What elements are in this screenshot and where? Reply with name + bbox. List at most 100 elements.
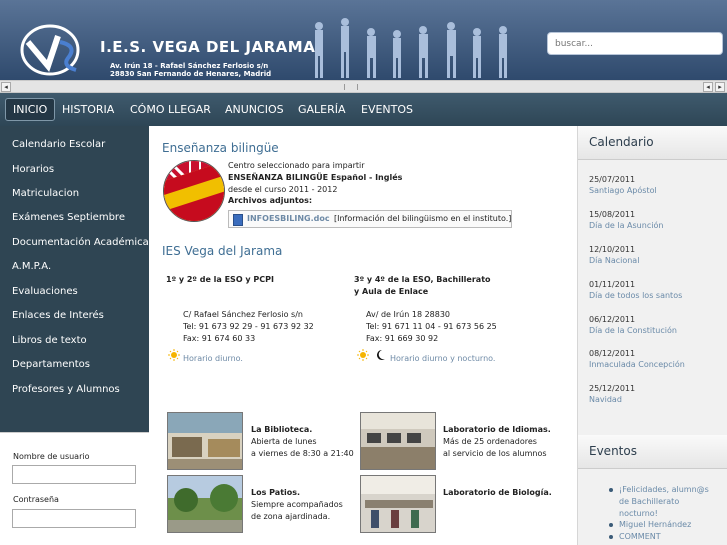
menu-item-profesores[interactable]: Profesores y Alumnos	[0, 378, 149, 402]
campus-1-schedule[interactable]: Horario diurno.	[183, 354, 243, 363]
evento-line[interactable]: nocturno!	[619, 509, 658, 518]
facility-1-line-1: Abierta de lunes	[251, 437, 317, 446]
eventos-title: Eventos	[578, 435, 727, 469]
menu-item-enlaces[interactable]: Enlaces de Interés	[0, 304, 149, 328]
campus-1-fax: Fax: 91 674 60 33	[183, 334, 256, 343]
facility-2-line-1: Más de 25 ordenadores	[443, 437, 537, 446]
main-content: Enseñanza bilingüe Centro seleccionado p…	[149, 126, 577, 545]
library-photo[interactable]	[167, 412, 243, 470]
event-date: 12/10/2011	[589, 245, 636, 254]
event-date: 25/12/2011	[589, 384, 636, 393]
event-name[interactable]: Día de la Constitución	[589, 326, 677, 335]
campus-1-tel: Tel: 91 673 92 29 - 91 673 92 32	[183, 322, 314, 331]
top-nav: INICIO HISTORIA CÓMO LLEGAR ANUNCIOS GAL…	[0, 93, 727, 126]
attachment-row[interactable]: INFOESBILING.doc [Información del biling…	[228, 210, 512, 228]
event-name[interactable]: Día Nacional	[589, 256, 639, 265]
facility-2-line-2: al servicio de los alumnos	[443, 449, 547, 458]
address-line-2: 28830 San Fernando de Henares, Madrid	[110, 70, 272, 78]
event-name[interactable]: Día de la Asunción	[589, 221, 663, 230]
nav-eventos[interactable]: EVENTOS	[354, 98, 420, 121]
menu-item-ampa[interactable]: A.M.P.A.	[0, 255, 149, 279]
login-form: Nombre de usuario Contraseña	[0, 432, 149, 545]
facility-1-title: La Biblioteca.	[251, 425, 313, 434]
event-name[interactable]: Santiago Apóstol	[589, 186, 657, 195]
school-heading[interactable]: IES Vega del Jarama	[162, 244, 282, 258]
search-input[interactable]	[547, 32, 723, 55]
menu-item-matriculacion[interactable]: Matriculacion	[0, 182, 149, 206]
scroll-left-icon[interactable]: ◂	[1, 82, 11, 92]
menu-item-evaluaciones[interactable]: Evaluaciones	[0, 280, 149, 304]
evento-line[interactable]: COMMENT	[619, 532, 661, 541]
site-header: I.E.S. VEGA DEL JARAMA Av. Irún 18 - Raf…	[0, 0, 727, 80]
evento-line[interactable]: ¡Felicidades, alumn@s	[619, 485, 709, 494]
scroll-left-end-icon[interactable]: ◂	[703, 82, 713, 92]
nav-historia[interactable]: HISTORIA	[55, 98, 121, 121]
attachment-link[interactable]: INFOESBILING.doc	[247, 214, 330, 223]
bilingual-line-2: ENSEÑANZA BILINGÜE Español - Inglés	[228, 173, 403, 182]
event-name[interactable]: Navidad	[589, 395, 622, 404]
word-doc-icon	[233, 214, 243, 226]
sun-icon	[357, 349, 369, 361]
event-date: 25/07/2011	[589, 175, 636, 184]
campus-2-fax: Fax: 91 669 30 92	[366, 334, 439, 343]
event-date: 15/08/2011	[589, 210, 636, 219]
bullet-icon	[609, 523, 613, 527]
campus-2-address: Av/ de Irún 18 28830	[366, 310, 451, 319]
campus-2-title-2: y Aula de Enlace	[354, 287, 429, 296]
username-label: Nombre de usuario	[13, 452, 90, 461]
nav-como-llegar[interactable]: CÓMO LLEGAR	[123, 98, 218, 121]
facility-2-title: Laboratorio de Idiomas.	[443, 425, 551, 434]
sun-icon	[168, 349, 180, 361]
campus-1-address: C/ Rafael Sánchez Ferlosio s/n	[183, 310, 303, 319]
password-label: Contraseña	[13, 495, 59, 504]
biology-lab-photo[interactable]	[360, 475, 436, 533]
uk-spain-flag	[163, 160, 225, 222]
bullet-icon	[609, 488, 613, 492]
event-name[interactable]: Día de todos los santos	[589, 291, 682, 300]
school-logo[interactable]	[18, 22, 84, 78]
evento-line[interactable]: de Bachillerato	[619, 497, 679, 506]
scroll-grip[interactable]	[344, 84, 358, 90]
menu-item-libros[interactable]: Libros de texto	[0, 329, 149, 353]
event-date: 06/12/2011	[589, 315, 636, 324]
menu-item-documentacion[interactable]: Documentación Académica	[0, 231, 149, 255]
students-silhouettes	[315, 18, 507, 78]
bilingual-line-3: desde el curso 2011 - 2012	[228, 185, 338, 194]
side-menu: Calendario Escolar Horarios Matriculacio…	[0, 126, 149, 432]
username-field[interactable]	[12, 465, 136, 484]
patios-photo[interactable]	[167, 475, 243, 533]
campus-2-schedule[interactable]: Horario diurno y nocturno.	[390, 354, 495, 363]
menu-item-horarios[interactable]: Horarios	[0, 158, 149, 182]
event-date: 08/12/2011	[589, 349, 636, 358]
left-sidebar: Calendario Escolar Horarios Matriculacio…	[0, 126, 149, 545]
facility-3-line-1: Siempre acompañados	[251, 500, 343, 509]
facility-4-title: Laboratorio de Biología.	[443, 488, 552, 497]
bilingual-line-1: Centro seleccionado para impartir	[228, 161, 365, 170]
menu-item-examenes[interactable]: Exámenes Septiembre	[0, 206, 149, 230]
calendar-title: Calendario	[578, 126, 727, 160]
menu-item-calendario[interactable]: Calendario Escolar	[0, 133, 149, 157]
site-title[interactable]: I.E.S. VEGA DEL JARAMA	[100, 38, 315, 56]
page: I.E.S. VEGA DEL JARAMA Av. Irún 18 - Raf…	[0, 0, 727, 545]
address-line-1: Av. Irún 18 - Rafael Sánchez Ferlosio s/…	[110, 62, 269, 70]
event-date: 01/11/2011	[589, 280, 636, 289]
scroll-right-icon[interactable]: ▸	[715, 82, 725, 92]
right-sidebar: Calendario 25/07/2011 Santiago Apóstol 1…	[577, 126, 727, 545]
password-field[interactable]	[12, 509, 136, 528]
event-name[interactable]: Inmaculada Concepción	[589, 360, 685, 369]
evento-line[interactable]: Miguel Hernández	[619, 520, 691, 529]
bilingual-heading[interactable]: Enseñanza bilingüe	[162, 141, 279, 155]
nav-galeria[interactable]: GALERÍA	[291, 98, 353, 121]
horizontal-scrollbar[interactable]: ◂ ◂ ▸	[0, 80, 727, 93]
facility-3-line-2: de zona ajardinada.	[251, 512, 331, 521]
language-lab-photo[interactable]	[360, 412, 436, 470]
menu-item-departamentos[interactable]: Departamentos	[0, 353, 149, 377]
nav-inicio[interactable]: INICIO	[5, 98, 56, 121]
campus-1-title: 1º y 2º de la ESO y PCPI	[166, 275, 274, 284]
campus-2-tel: Tel: 91 671 11 04 - 91 673 56 25	[366, 322, 497, 331]
bullet-icon	[609, 535, 613, 539]
campus-2-title-1: 3º y 4º de la ESO, Bachillerato	[354, 275, 491, 284]
moon-icon	[377, 350, 385, 360]
nav-anuncios[interactable]: ANUNCIOS	[218, 98, 291, 121]
attachment-desc: [Información del bilingüismo en el insti…	[334, 214, 512, 223]
